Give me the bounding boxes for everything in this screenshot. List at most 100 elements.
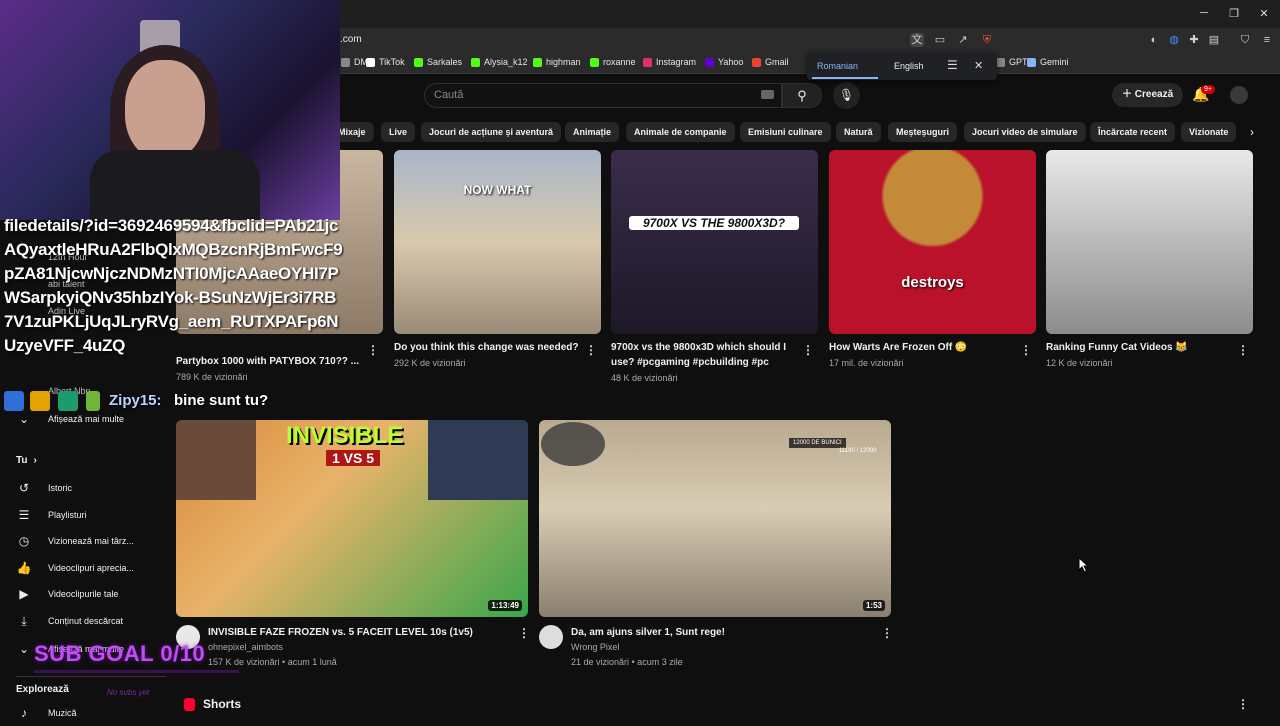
sidebar-icon[interactable]: ▤ (1207, 33, 1221, 47)
more-options-icon[interactable]: ⋮ (1020, 343, 1032, 357)
extension-icon[interactable]: ◍ (1167, 33, 1181, 47)
bookmark-item[interactable]: TikTok (366, 57, 405, 67)
cast-icon[interactable]: ▭ (933, 33, 947, 47)
sidebar-item[interactable]: ▶ Videoclipurile tale (0, 581, 170, 607)
bookmark-icon (533, 57, 542, 67)
share-icon[interactable]: ↗ (956, 33, 970, 47)
voice-search-button[interactable]: 🎙 (833, 82, 860, 109)
close-window-icon[interactable]: ✕ (1254, 7, 1274, 20)
filter-chip[interactable]: Animație (565, 122, 620, 142)
more-options-icon[interactable]: ⋮ (1237, 697, 1249, 711)
avatar[interactable] (1230, 86, 1248, 104)
bookmark-item[interactable]: highman (533, 57, 581, 67)
sidebar-item-label: Muzică (48, 708, 77, 718)
bookmark-item[interactable]: Gmail (752, 57, 789, 67)
menu-icon[interactable]: ≡ (1260, 33, 1274, 47)
translate-source-tab[interactable]: Romanian (817, 61, 858, 71)
sidebar-show-more[interactable]: ⌄ Afișează mai multe (0, 406, 170, 432)
bookmark-item[interactable]: GPT (996, 57, 1028, 67)
filter-chip[interactable]: Animale de companie (626, 122, 735, 142)
video-title[interactable]: 9700x vs the 9800x3D which should I use?… (611, 340, 801, 370)
crown-badge-icon (30, 391, 50, 411)
search-input[interactable] (424, 83, 782, 108)
channel-name[interactable]: Wrong Pixel (571, 640, 619, 654)
extensions-puzzle-icon[interactable]: ✚ (1187, 33, 1201, 47)
filter-chip[interactable]: Live (381, 122, 416, 142)
video-title[interactable]: INVISIBLE FAZE FROZEN vs. 5 FACEIT LEVEL… (208, 625, 508, 640)
video-thumbnail[interactable]: destroys (829, 150, 1036, 334)
more-options-icon[interactable]: ⋮ (881, 626, 893, 640)
brave-shield-icon[interactable]: ⛨ (980, 33, 994, 47)
channel-avatar[interactable] (539, 625, 563, 649)
sidebar-item[interactable]: ◷ Vizionează mai târz... (0, 528, 170, 554)
bookmark-item[interactable]: Alysia_k12 (471, 57, 528, 67)
bookmark-icon (366, 57, 375, 67)
video-thumbnail[interactable]: Ranking (1046, 150, 1253, 334)
sidebar-item-music[interactable]: ♪ Muzică (0, 700, 170, 726)
translate-target-tab[interactable]: English (894, 61, 924, 71)
filter-chip[interactable]: Jocuri de acțiune și aventură (421, 122, 562, 142)
sidebar-item[interactable]: 👍 Videoclipuri aprecia... (0, 555, 170, 581)
video-title[interactable]: How Warts Are Frozen Off 😳 (829, 340, 1019, 355)
sidebar-item[interactable]: ☰ Playlisturi (0, 502, 170, 528)
more-options-icon[interactable]: ⋮ (585, 343, 597, 357)
filter-chip[interactable]: Jocuri video de simulare (964, 122, 1086, 142)
video-thumbnail[interactable]: 9700X VS THE 9800X3D? (611, 150, 818, 334)
video-thumbnail[interactable]: 12000 DE BUNICI 11190 / 12000 1:53 (539, 420, 891, 617)
bookmark-icon (752, 57, 761, 67)
bookmark-icon (1027, 57, 1036, 67)
chat-message: bine sunt tu? (174, 392, 269, 409)
thumbnail-overlay-text: 12000 DE BUNICI (789, 438, 846, 448)
shorts-section-title: Shorts (203, 697, 242, 711)
bookmark-item[interactable]: Instagram (643, 57, 696, 67)
video-duration: 1:13:49 (488, 600, 522, 611)
video-views: 17 mil. de vizionări (829, 358, 904, 368)
channel-name[interactable]: ohnepixel_aimbots (208, 640, 283, 654)
video-thumbnail[interactable]: INVISIBLE 1 VS 5 1:13:49 (176, 420, 528, 617)
filter-chip[interactable]: Meșteșuguri (888, 122, 958, 142)
playlist-icon: ☰ (18, 507, 30, 522)
keyboard-icon[interactable] (761, 90, 774, 99)
bookmark-item[interactable]: Gemini (1027, 57, 1069, 67)
maximize-icon[interactable]: ❐ (1224, 7, 1244, 20)
create-button[interactable]: ＋ Creează (1112, 83, 1184, 107)
minimize-icon[interactable]: ─ (1194, 7, 1214, 19)
bookmark-label: Gmail (765, 57, 789, 67)
url-text[interactable]: .com (340, 34, 362, 45)
extension-icon[interactable]: ◐ (1147, 33, 1161, 47)
filter-chip[interactable]: Vizionate (1181, 122, 1237, 142)
sidebar-you-header[interactable]: Tu › (16, 455, 37, 466)
bookmark-item[interactable]: Yahoo (705, 57, 743, 67)
watch-later-icon: ◷ (18, 534, 30, 549)
video-title[interactable]: Da, am ajuns silver 1, Sunt rege! (571, 625, 871, 640)
video-title[interactable]: Ranking Funny Cat Videos 😹 (1046, 340, 1236, 355)
more-options-icon[interactable]: ⋮ (518, 626, 530, 640)
bookmark-icon (414, 57, 423, 67)
bookmark-item[interactable]: roxanne (590, 57, 636, 67)
more-options-icon[interactable]: ⋮ (1237, 343, 1249, 357)
video-title[interactable]: Do you think this change was needed? (394, 340, 584, 355)
video-thumbnail[interactable]: NOW WHAT (394, 150, 601, 334)
search-button[interactable]: ⚲ (782, 83, 822, 108)
menu-icon[interactable]: ☰ (947, 58, 958, 72)
bookmark-icon (590, 57, 599, 67)
chevron-right-icon[interactable]: › (1242, 122, 1262, 142)
shorts-icon (184, 698, 195, 711)
filter-chip[interactable]: Încărcate recent (1090, 122, 1176, 142)
download-icon: ⤓ (21, 613, 27, 628)
close-icon[interactable]: ✕ (974, 59, 983, 72)
bookmark-item[interactable]: Sarkales (414, 57, 462, 67)
bookmark-label: GPT (1009, 57, 1028, 67)
more-options-icon[interactable]: ⋮ (367, 343, 379, 357)
bookmark-item[interactable]: DM (341, 57, 368, 67)
sidebar-item[interactable]: ⤓ Conținut descărcat (0, 608, 170, 634)
thumbnail-overlay-text: 9700X VS THE 9800X3D? (629, 216, 799, 230)
filter-chip[interactable]: Emisiuni culinare (740, 122, 831, 142)
bookmark-label: TikTok (379, 57, 405, 67)
translate-icon[interactable]: 文 (910, 33, 924, 47)
vpn-icon[interactable]: ⛉ (1238, 33, 1252, 47)
filter-chip[interactable]: Natură (836, 122, 881, 142)
chat-username: Zipy15: (109, 392, 162, 409)
sidebar-item[interactable]: ↺ Istoric (0, 475, 170, 501)
more-options-icon[interactable]: ⋮ (802, 343, 814, 357)
